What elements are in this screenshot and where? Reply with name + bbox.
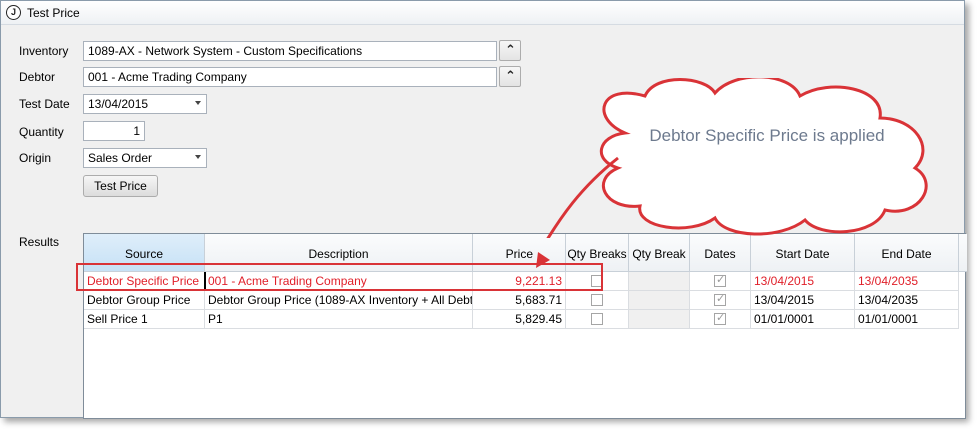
- arrow-head-icon: [536, 252, 550, 268]
- column-header-filler: [959, 234, 967, 272]
- results-label: Results: [19, 235, 60, 249]
- highlight-box: [76, 263, 603, 291]
- window-title: Test Price: [27, 6, 80, 20]
- cloud-shape: [599, 78, 928, 236]
- debtor-label: Debtor: [19, 70, 56, 84]
- cell-price[interactable]: 5,829.45: [473, 310, 566, 329]
- table-row[interactable]: Sell Price 1 P1 5,829.45 01/01/0001 01/0…: [84, 310, 965, 329]
- table-row[interactable]: Debtor Group Price Debtor Group Price (1…: [84, 291, 965, 310]
- cell-source[interactable]: Sell Price 1: [84, 310, 205, 329]
- cell-qty-break: [629, 272, 690, 291]
- test-price-button[interactable]: Test Price: [83, 175, 158, 197]
- cell-dates: [690, 310, 751, 329]
- cell-end-date[interactable]: 01/01/0001: [855, 310, 959, 329]
- cell-description[interactable]: P1: [205, 310, 473, 329]
- dates-checkbox[interactable]: [714, 292, 726, 306]
- test-date-label: Test Date: [19, 97, 70, 111]
- cell-qty-breaks: [566, 310, 629, 329]
- dates-checkbox[interactable]: [714, 273, 726, 287]
- quantity-field[interactable]: 1: [83, 121, 145, 141]
- cell-source[interactable]: Debtor Group Price: [84, 291, 205, 310]
- cell-start-date[interactable]: 01/01/0001: [751, 310, 855, 329]
- cell-qty-break: [629, 291, 690, 310]
- dates-checkbox[interactable]: [714, 311, 726, 325]
- inventory-lookup-button[interactable]: ⌃: [499, 40, 521, 61]
- dropdown-arrow-icon: [195, 101, 201, 105]
- dropdown-arrow-icon: [195, 155, 201, 159]
- cell-qty-break: [629, 310, 690, 329]
- debtor-field[interactable]: 001 - Acme Trading Company: [83, 67, 497, 87]
- origin-label: Origin: [19, 151, 52, 165]
- chevron-up-icon: ⌃: [505, 42, 516, 57]
- results-grid[interactable]: Source Description Price Qty Breaks Qty …: [83, 233, 967, 419]
- cell-dates: [690, 272, 751, 291]
- inventory-field[interactable]: 1089-AX - Network System - Custom Specif…: [83, 41, 497, 61]
- cell-qty-breaks: [566, 291, 629, 310]
- cell-dates: [690, 291, 751, 310]
- quantity-label: Quantity: [19, 125, 64, 139]
- column-header-start-date[interactable]: Start Date: [751, 234, 855, 272]
- origin-value: Sales Order: [88, 151, 153, 165]
- cell-end-date[interactable]: 13/04/2035: [855, 272, 959, 291]
- column-header-qty-break[interactable]: Qty Break: [629, 234, 690, 272]
- test-date-value: 13/04/2015: [88, 97, 149, 111]
- qty-breaks-checkbox[interactable]: [591, 294, 603, 306]
- callout-cloud: [546, 78, 928, 238]
- cell-start-date[interactable]: 13/04/2015: [751, 291, 855, 310]
- inventory-label: Inventory: [19, 44, 69, 58]
- column-header-dates[interactable]: Dates: [690, 234, 751, 272]
- cell-start-date[interactable]: 13/04/2015: [751, 272, 855, 291]
- column-header-end-date[interactable]: End Date: [855, 234, 959, 272]
- callout-arrow: [546, 156, 619, 238]
- debtor-lookup-button[interactable]: ⌃: [499, 66, 521, 87]
- callout-text: Debtor Specific Price is applied: [649, 126, 885, 145]
- app-logo-icon: J: [6, 5, 21, 20]
- qty-breaks-checkbox[interactable]: [591, 313, 603, 325]
- cell-end-date[interactable]: 13/04/2035: [855, 291, 959, 310]
- origin-select[interactable]: Sales Order: [83, 148, 207, 168]
- cell-price[interactable]: 5,683.71: [473, 291, 566, 310]
- cell-description[interactable]: Debtor Group Price (1089-AX Inventory + …: [205, 291, 473, 310]
- test-date-picker[interactable]: 13/04/2015: [83, 94, 207, 114]
- title-bar: J Test Price: [1, 1, 964, 25]
- chevron-up-icon: ⌃: [505, 68, 516, 83]
